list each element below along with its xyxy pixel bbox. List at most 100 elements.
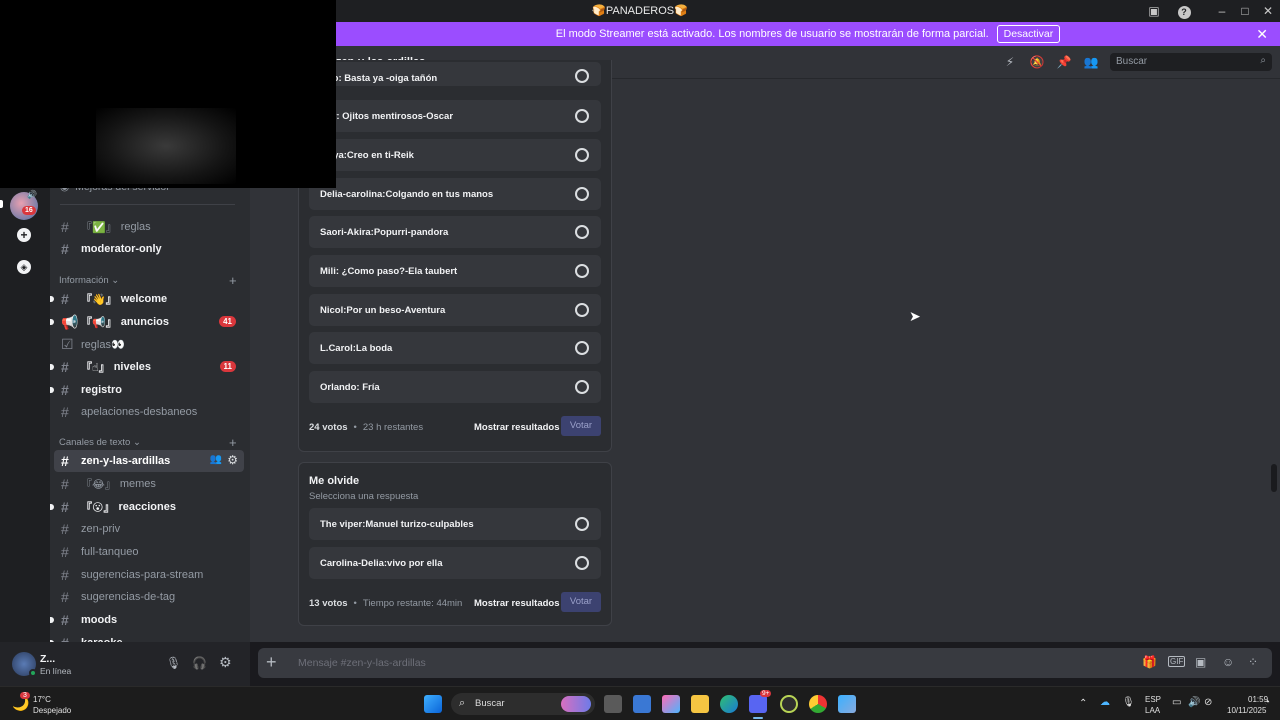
network-icon[interactable]: ▭ (1172, 697, 1181, 708)
minimize-button[interactable]: – (1212, 3, 1232, 19)
poll-option[interactable]: Lily: Ojitos mentirosos-Oscar (309, 100, 601, 132)
close-window-button[interactable]: ✕ (1258, 3, 1278, 19)
radio-icon (575, 380, 589, 394)
show-results-button[interactable]: Mostrar resultados (474, 422, 560, 433)
poll-option[interactable]: Nicol:Por un beso-Aventura (309, 294, 601, 326)
hash-icon: # (61, 635, 77, 642)
clock-date[interactable]: 10/11/2025 (1227, 706, 1266, 715)
channel-sugerencias-para-stream[interactable]: # sugerencias-para-stream (54, 564, 244, 586)
lang-bottom[interactable]: LAA (1145, 706, 1160, 715)
category-canales-de-texto[interactable]: Canales de texto ⌄ + (59, 435, 237, 450)
channel-moods[interactable]: # moods (50, 609, 244, 631)
server-selected-pill (0, 200, 3, 208)
radio-icon (575, 69, 589, 83)
add-channel-icon[interactable]: + (229, 435, 237, 450)
maximize-button[interactable]: □ (1235, 3, 1255, 19)
channel-memes[interactable]: # 『😂』 memes (54, 473, 244, 495)
copilot-icon[interactable] (662, 695, 680, 713)
discover-icon[interactable]: ◈ (17, 260, 31, 274)
poll-option[interactable]: Saori-Akira:Popurri-pandora (309, 216, 601, 248)
poll-option[interactable]: Carolina-Delia:vivo por ella (309, 547, 601, 579)
notifications-icon[interactable]: ◔ (1264, 697, 1270, 708)
category-informacion[interactable]: Información ⌄ + (59, 273, 237, 288)
poll-option[interactable]: Nito: Basta ya -oiga tañón (309, 62, 601, 86)
chrome-icon[interactable] (809, 695, 827, 713)
poll-option[interactable]: Maya:Creo en ti-Reik (309, 139, 601, 171)
poll-option-label: L.Carol:La boda (320, 343, 393, 354)
threads-icon[interactable]: ⚡ (1002, 55, 1018, 71)
gear-icon[interactable]: ⚙ (227, 453, 238, 467)
add-server-icon[interactable]: + (17, 228, 31, 242)
member-list-icon[interactable]: 👥 (1083, 55, 1099, 71)
channel-full-tanqueo[interactable]: # full-tanqueo (54, 541, 244, 563)
gif-icon[interactable]: GIF (1168, 656, 1186, 667)
channel-zen-priv[interactable]: # zen-priv (54, 518, 244, 540)
headphones-icon[interactable]: 🎧 (192, 656, 207, 670)
store-icon[interactable] (633, 695, 651, 713)
volume-icon[interactable]: 🔊 (1188, 697, 1200, 708)
deactivate-button[interactable]: Desactivar (996, 25, 1061, 43)
edge-icon[interactable] (720, 695, 738, 713)
poll-subtitle: Selecciona una respuesta (309, 491, 419, 502)
channel-zen-y-las-ardillas[interactable]: # zen-y-las-ardillas 👥 ⚙ (54, 450, 244, 472)
discord-taskbar-icon[interactable] (749, 695, 767, 713)
show-results-button[interactable]: Mostrar resultados (474, 598, 560, 609)
unread-indicator (50, 364, 54, 370)
poll-question: Me olvide (309, 475, 360, 487)
time-remaining: 23 h restantes (362, 422, 424, 433)
vote-button[interactable]: Votar (561, 592, 601, 612)
help-icon[interactable]: ? (1174, 3, 1194, 19)
user-panel: Z... En línea 🎙 🎧 ⚙ (0, 642, 250, 686)
channel-reglas-top[interactable]: # 『✅』 reglas (54, 216, 244, 238)
message-input[interactable]: Mensaje #zen-y-las-ardillas (298, 657, 426, 669)
pin-icon[interactable]: 📌 (1056, 55, 1072, 71)
app-icon-green[interactable] (780, 695, 798, 713)
username: Z... (40, 653, 56, 665)
add-member-icon[interactable]: 👥 (210, 454, 222, 465)
mic-tray-icon[interactable]: 🎙 (1122, 697, 1135, 708)
task-view-icon[interactable] (604, 695, 622, 713)
lang-top[interactable]: ESP (1145, 695, 1161, 704)
chat-scrollbar[interactable] (1271, 464, 1277, 492)
channel-welcome[interactable]: # 『👋』 welcome (50, 288, 244, 310)
emoji-icon[interactable]: ☺ (1222, 655, 1234, 669)
close-banner-icon[interactable]: ✕ (1256, 26, 1268, 43)
windows-start-icon[interactable] (424, 695, 442, 713)
channel-apelaciones-desbaneos[interactable]: # apelaciones-desbaneos (54, 401, 244, 423)
weather-temp: 17°C (33, 695, 51, 704)
channel-moderator-only[interactable]: # moderator-only (54, 238, 244, 260)
vote-button[interactable]: Votar (561, 416, 601, 436)
chevron-up-icon[interactable]: ⌃ (1079, 698, 1087, 709)
sticker-icon[interactable]: ▣ (1195, 655, 1206, 669)
channel-sugerencias-de-tag[interactable]: # sugerencias-de-tag (54, 586, 244, 608)
poll-option[interactable]: Delia-carolina:Colgando en tus manos (309, 178, 601, 210)
weather-desc: Despejado (33, 706, 72, 715)
settings-gear-icon[interactable]: ⚙ (219, 654, 232, 671)
channel-anuncios[interactable]: 📢 『📢』 anuncios 41 (50, 311, 244, 333)
photos-icon[interactable] (838, 695, 856, 713)
taskbar-search-label: Buscar (475, 698, 505, 709)
poll-option[interactable]: L.Carol:La boda (309, 332, 601, 364)
taskbar-search[interactable]: ⌕ Buscar (451, 693, 595, 715)
apps-icon[interactable]: ⁘ (1248, 655, 1258, 669)
gift-icon[interactable]: 🎁 (1142, 655, 1157, 669)
search-input[interactable]: Buscar ⌕ (1110, 53, 1272, 71)
inbox-icon[interactable]: ▣ (1144, 3, 1164, 19)
onedrive-icon[interactable]: ☁ (1100, 697, 1110, 708)
file-explorer-icon[interactable] (691, 695, 709, 713)
battery-icon[interactable]: ⊘ (1204, 697, 1212, 708)
channel-karaoke[interactable]: # karaoke (50, 632, 244, 642)
attach-icon[interactable]: + (266, 652, 277, 673)
channel-niveles[interactable]: # 『☝』 niveles 11 (50, 356, 244, 378)
add-channel-icon[interactable]: + (229, 273, 237, 288)
poll-option[interactable]: Mili: ¿Como paso?-Ela taubert (309, 255, 601, 287)
poll-option[interactable]: The viper:Manuel turizo-culpables (309, 508, 601, 540)
channel-registro[interactable]: # registro (50, 379, 244, 401)
message-composer[interactable]: + Mensaje #zen-y-las-ardillas 🎁 GIF ▣ ☺ … (258, 648, 1272, 678)
channel-reglas[interactable]: ☑ reglas👀 (54, 333, 244, 355)
mute-icon[interactable]: 🔕 (1029, 55, 1045, 71)
poll-option[interactable]: Orlando: Fría (309, 371, 601, 403)
microphone-icon[interactable]: 🎙 (166, 656, 181, 670)
poll-option-label: Lily: Ojitos mentirosos-Oscar (320, 111, 454, 122)
channel-reacciones[interactable]: # 『😮』 reacciones (50, 496, 244, 518)
